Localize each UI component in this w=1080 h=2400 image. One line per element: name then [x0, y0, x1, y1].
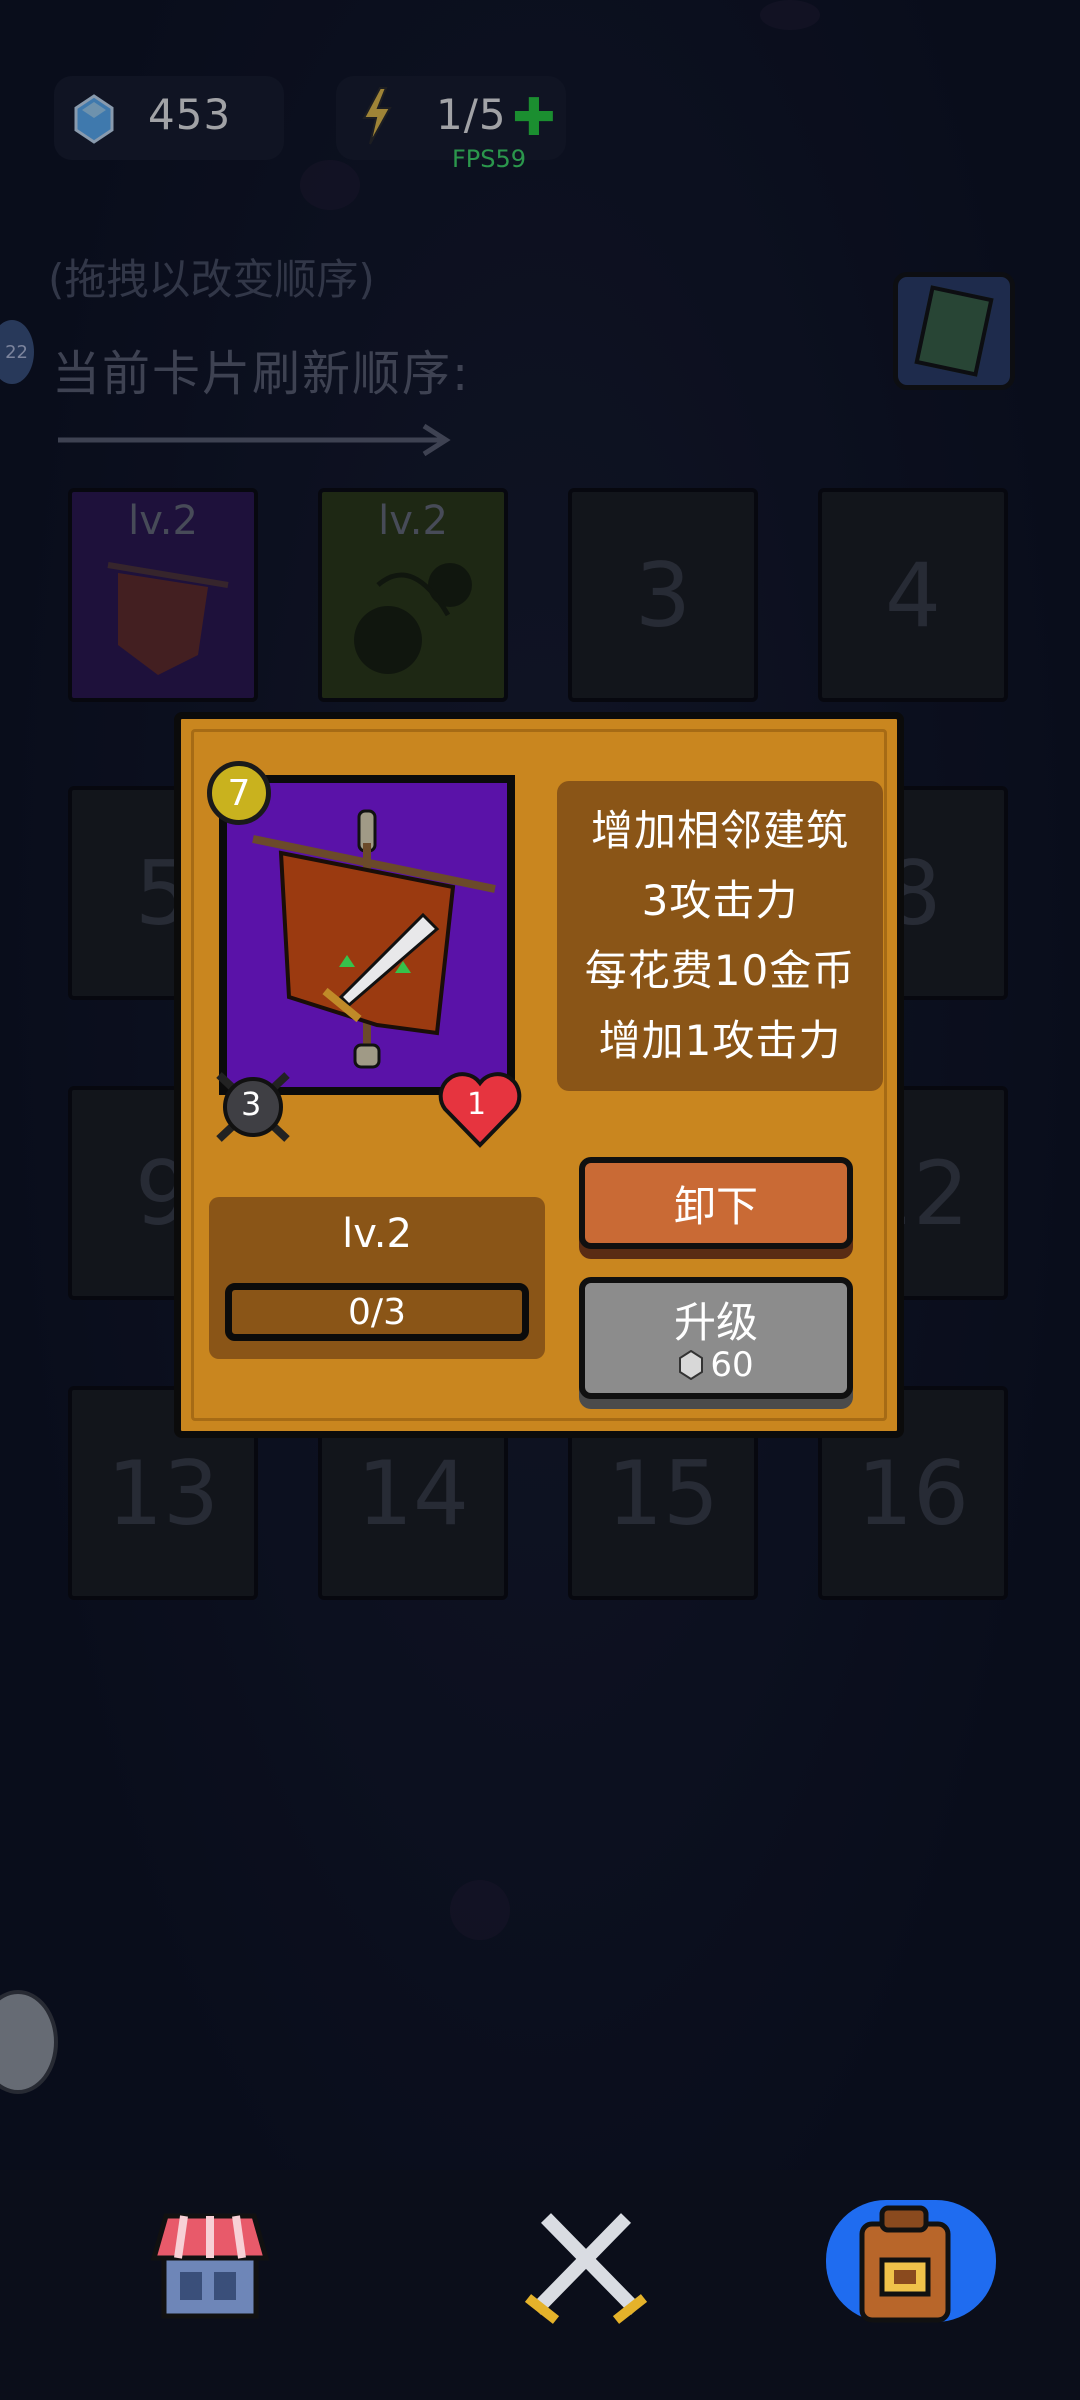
arrow-right-icon	[58, 423, 451, 457]
card-description: 增加相邻建筑 3攻击力 每花费10金币 增加1攻击力	[557, 781, 883, 1091]
fps-counter: FPS59	[452, 145, 527, 173]
card-detail-popup: 7 3 1 增加相邻建筑 3攻击力 每花费10金币 增加1攻击力 lv.2 0/…	[174, 712, 904, 1438]
card-slot[interactable]: lv.2	[318, 488, 508, 702]
unequip-button[interactable]: 卸下	[579, 1157, 853, 1249]
lightning-icon	[362, 87, 392, 145]
card-slot[interactable]: 3	[568, 488, 758, 702]
description-line: 3攻击力	[641, 876, 799, 925]
upgrade-cost: 60	[585, 1345, 847, 1385]
upgrade-button[interactable]: 升级 60	[579, 1277, 853, 1399]
gem-counter[interactable]: 453	[54, 76, 284, 160]
gem-count: 453	[148, 90, 232, 139]
bag-card-icon	[354, 563, 472, 674]
card-art	[219, 775, 515, 1095]
description-line: 增加相邻建筑	[590, 806, 849, 855]
upgrade-progress-bar: 0/3	[225, 1283, 529, 1341]
card-slot[interactable]: lv.2	[68, 488, 258, 702]
gem-icon	[74, 94, 114, 144]
card-cost-coin: 7	[207, 761, 271, 825]
add-energy-icon[interactable]: ✚	[512, 92, 556, 144]
card-slot[interactable]: 4	[818, 488, 1008, 702]
battle-icon[interactable]	[516, 2190, 656, 2330]
upgrade-progress-text: 0/3	[348, 1291, 406, 1333]
background-blob	[300, 160, 360, 210]
upgrade-cost-value: 60	[710, 1345, 754, 1385]
drag-hint: (拖拽以改变顺序)	[48, 255, 375, 304]
hp-value: 1	[467, 1087, 487, 1122]
energy-count: 1/5	[436, 90, 507, 139]
background-blob	[760, 0, 820, 30]
banner-card-icon	[107, 562, 229, 675]
card-deck-icon	[914, 285, 994, 377]
backpack-icon[interactable]	[836, 2190, 976, 2330]
description-line: 每花费10金币	[584, 946, 856, 995]
shop-icon[interactable]	[140, 2190, 280, 2330]
deck-button[interactable]	[893, 272, 1015, 390]
card-level: lv.2	[342, 1211, 412, 1257]
gem-icon	[679, 1350, 704, 1380]
attack-value: 3	[241, 1085, 262, 1123]
upgrade-label: 升级	[673, 1298, 758, 1347]
description-line: 增加1攻击力	[598, 1016, 842, 1065]
section-title: 当前卡片刷新顺序:	[52, 346, 471, 402]
level-panel: lv.2 0/3	[209, 1197, 545, 1359]
war-banner-icon	[252, 809, 496, 1069]
background-blob	[450, 1880, 510, 1940]
